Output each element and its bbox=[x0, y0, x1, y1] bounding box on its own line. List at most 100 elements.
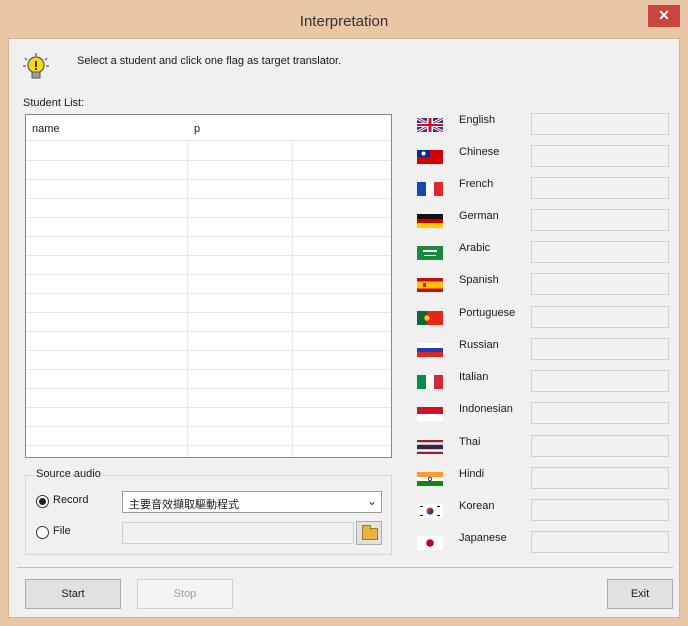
language-row-portuguese: Portuguese bbox=[417, 306, 677, 330]
indonesia-flag-icon[interactable] bbox=[417, 407, 443, 421]
translator-field-chinese[interactable] bbox=[531, 145, 669, 167]
korea-flag-icon[interactable] bbox=[417, 504, 443, 518]
language-label: Spanish bbox=[459, 274, 499, 286]
language-label: Arabic bbox=[459, 242, 491, 254]
grid-line bbox=[26, 293, 391, 294]
grid-line bbox=[26, 217, 391, 218]
grid-line bbox=[26, 255, 391, 256]
france-flag-icon[interactable] bbox=[417, 182, 443, 196]
grid-line bbox=[26, 407, 391, 408]
spain-flag-icon[interactable] bbox=[417, 278, 443, 292]
instruction-text: Select a student and click one flag as t… bbox=[77, 55, 342, 67]
lightbulb-icon bbox=[23, 53, 49, 79]
translator-field-japanese[interactable] bbox=[531, 531, 669, 553]
grid-line bbox=[26, 331, 391, 332]
browse-file-button[interactable] bbox=[356, 521, 382, 545]
language-row-french: French bbox=[417, 177, 677, 201]
language-label: Italian bbox=[459, 371, 489, 383]
grid-line bbox=[26, 426, 391, 427]
language-label: Russian bbox=[459, 339, 499, 351]
device-select-value: 主要音效擷取驅動程式 bbox=[129, 499, 239, 511]
file-label[interactable]: File bbox=[53, 525, 71, 537]
germany-flag-icon[interactable] bbox=[417, 214, 443, 228]
grid-line bbox=[26, 236, 391, 237]
chevron-down-icon[interactable]: ⌄ bbox=[367, 494, 377, 508]
translator-field-hindi[interactable] bbox=[531, 467, 669, 489]
language-row-spanish: Spanish bbox=[417, 273, 677, 297]
language-label: Hindi bbox=[459, 468, 485, 480]
footer-divider bbox=[17, 567, 673, 568]
language-label: German bbox=[459, 210, 499, 222]
language-label: Korean bbox=[459, 500, 495, 512]
language-row-japanese: Japanese bbox=[417, 531, 677, 555]
language-label: French bbox=[459, 178, 494, 190]
translator-field-english[interactable] bbox=[531, 113, 669, 135]
language-row-italian: Italian bbox=[417, 370, 677, 394]
saudi-flag-icon[interactable] bbox=[417, 246, 443, 260]
grid-line bbox=[26, 369, 391, 370]
stop-button[interactable]: Stop bbox=[137, 579, 233, 609]
file-radio[interactable] bbox=[36, 526, 49, 539]
language-label: Japanese bbox=[459, 532, 507, 544]
exit-button[interactable]: Exit bbox=[607, 579, 673, 609]
language-row-hindi: Hindi bbox=[417, 467, 677, 491]
device-select[interactable]: 主要音效擷取驅動程式 ⌄ bbox=[122, 491, 382, 513]
translator-field-portuguese[interactable] bbox=[531, 306, 669, 328]
student-list[interactable]: name p bbox=[25, 114, 392, 458]
title-bar[interactable]: Interpretation ✕ bbox=[0, 0, 688, 38]
start-button[interactable]: Start bbox=[25, 579, 121, 609]
translator-field-german[interactable] bbox=[531, 209, 669, 231]
italy-flag-icon[interactable] bbox=[417, 375, 443, 389]
translator-field-thai[interactable] bbox=[531, 435, 669, 457]
column-header-p[interactable]: p bbox=[194, 123, 200, 135]
translator-field-russian[interactable] bbox=[531, 338, 669, 360]
language-row-arabic: Arabic bbox=[417, 241, 677, 265]
language-row-russian: Russian bbox=[417, 338, 677, 362]
grid-line bbox=[26, 350, 391, 351]
record-label[interactable]: Record bbox=[53, 494, 88, 506]
language-row-indonesian: Indonesian bbox=[417, 402, 677, 426]
translator-field-italian[interactable] bbox=[531, 370, 669, 392]
taiwan-flag-icon[interactable] bbox=[417, 150, 443, 164]
grid-line bbox=[26, 312, 391, 313]
source-audio-legend: Source audio bbox=[34, 468, 103, 480]
portugal-flag-icon[interactable] bbox=[417, 311, 443, 325]
dialog-body: Select a student and click one flag as t… bbox=[8, 38, 680, 618]
translator-field-french[interactable] bbox=[531, 177, 669, 199]
folder-icon bbox=[362, 525, 378, 540]
file-path-input[interactable] bbox=[122, 522, 354, 544]
language-row-english: English bbox=[417, 113, 677, 137]
language-row-thai: Thai bbox=[417, 435, 677, 459]
record-radio[interactable] bbox=[36, 495, 49, 508]
thailand-flag-icon[interactable] bbox=[417, 440, 443, 454]
window-title: Interpretation bbox=[299, 13, 389, 30]
india-flag-icon[interactable] bbox=[417, 472, 443, 486]
grid-line bbox=[26, 445, 391, 446]
column-divider bbox=[292, 141, 293, 457]
translator-field-korean[interactable] bbox=[531, 499, 669, 521]
list-header: name p bbox=[26, 115, 391, 141]
translator-field-indonesian[interactable] bbox=[531, 402, 669, 424]
column-header-name[interactable]: name bbox=[32, 123, 60, 135]
close-button[interactable]: ✕ bbox=[648, 5, 680, 27]
language-label: Thai bbox=[459, 436, 481, 448]
grid-line bbox=[26, 388, 391, 389]
column-divider bbox=[187, 141, 188, 457]
grid-line bbox=[26, 179, 391, 180]
translator-field-spanish[interactable] bbox=[531, 273, 669, 295]
language-row-german: German bbox=[417, 209, 677, 233]
language-label: Indonesian bbox=[459, 403, 513, 415]
translator-field-arabic[interactable] bbox=[531, 241, 669, 263]
japan-flag-icon[interactable] bbox=[417, 536, 443, 550]
grid-line bbox=[26, 274, 391, 275]
language-label: English bbox=[459, 114, 496, 126]
russia-flag-icon[interactable] bbox=[417, 343, 443, 357]
uk-flag-icon[interactable] bbox=[417, 118, 443, 132]
language-label: Chinese bbox=[459, 146, 500, 158]
language-label: Portuguese bbox=[459, 307, 516, 319]
student-list-label: Student List: bbox=[23, 97, 85, 109]
source-audio-group: Source audio Record 主要音效擷取驅動程式 ⌄ File bbox=[25, 468, 392, 555]
interpretation-window: Interpretation ✕ Select a student and cl… bbox=[0, 0, 688, 626]
grid-line bbox=[26, 198, 391, 199]
language-row-chinese: Chinese bbox=[417, 145, 677, 169]
